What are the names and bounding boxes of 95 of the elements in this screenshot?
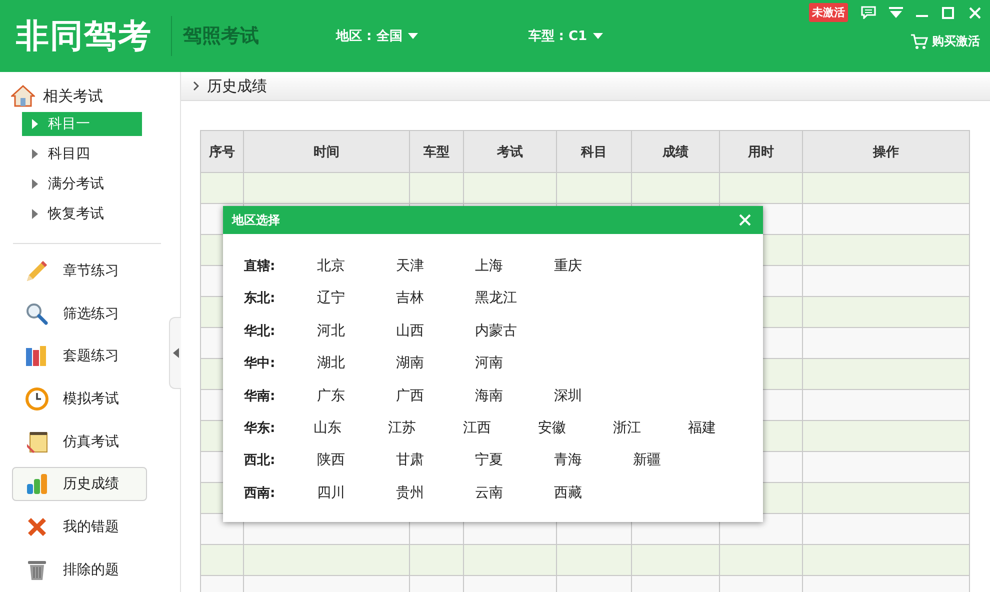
sidebar-subitem[interactable]: 恢复考试 — [22, 202, 142, 226]
close-icon — [739, 214, 751, 226]
close-button[interactable] — [968, 6, 982, 20]
caret-icon — [32, 119, 38, 129]
dropdown-icon — [889, 6, 903, 18]
region-link[interactable]: 上海 — [475, 257, 554, 275]
column-header: 操作 — [803, 131, 970, 173]
region-link[interactable]: 河北 — [317, 322, 396, 340]
breadcrumb-text: 历史成绩 — [207, 76, 267, 96]
maximize-button[interactable] — [941, 6, 955, 20]
region-link[interactable]: 云南 — [475, 484, 554, 502]
region-group-label: 华中: — [244, 355, 276, 372]
region-link[interactable]: 北京 — [317, 257, 396, 275]
column-header: 时间 — [244, 131, 410, 173]
sidebar-item[interactable]: 模拟考试 — [12, 382, 147, 416]
chevron-icon — [193, 81, 199, 91]
caret-icon — [408, 33, 418, 39]
caret-icon — [593, 33, 604, 39]
search-icon — [25, 302, 49, 326]
sidebar-item[interactable]: 我的错题 — [12, 510, 147, 544]
close-icon — [968, 6, 982, 20]
group-label: 相关考试 — [43, 86, 103, 106]
bar-chart-icon — [25, 472, 49, 496]
status-badge: 未激活 — [809, 3, 848, 22]
region-link[interactable]: 海南 — [475, 386, 554, 405]
sidebar-subitem[interactable]: 满分考试 — [22, 172, 142, 196]
region-link[interactable]: 江苏 — [388, 418, 464, 437]
caret-icon — [32, 179, 38, 189]
region-link[interactable]: 河南 — [475, 354, 554, 372]
maximize-icon — [941, 6, 955, 20]
sidebar-item[interactable]: 章节练习 — [12, 254, 147, 288]
column-header: 用时 — [720, 131, 803, 173]
region-link[interactable]: 四川 — [317, 484, 396, 502]
region-link[interactable]: 广东 — [317, 386, 396, 405]
region-group-label: 西南: — [244, 484, 276, 502]
region-group-label: 直辖: — [244, 258, 276, 275]
region-link[interactable]: 陕西 — [317, 451, 396, 470]
region-link[interactable]: 内蒙古 — [475, 322, 554, 340]
sidebar-item[interactable]: 历史成绩 — [12, 467, 147, 502]
region-link[interactable]: 深圳 — [554, 386, 633, 405]
region-link[interactable]: 宁夏 — [475, 451, 554, 470]
region-link[interactable]: 天津 — [396, 257, 475, 275]
region-group-label: 华南: — [244, 388, 276, 405]
column-header: 科目 — [557, 131, 632, 173]
table-cell — [410, 173, 464, 204]
table-cell — [410, 545, 464, 576]
region-group-label: 东北: — [244, 290, 276, 308]
collapse-button[interactable] — [169, 317, 181, 389]
region-link[interactable]: 江西 — [463, 418, 538, 437]
sidebar-item[interactable]: 套题练习 — [12, 339, 147, 374]
clock-icon — [25, 387, 49, 412]
region-link[interactable]: 湖北 — [317, 354, 396, 372]
region-link[interactable]: 福建 — [688, 418, 763, 437]
sidebar-subitem[interactable]: 科目四 — [22, 142, 142, 166]
region-link[interactable]: 新疆 — [633, 451, 712, 470]
region-link[interactable]: 黑龙江 — [475, 289, 554, 308]
region-link[interactable]: 吉林 — [396, 289, 475, 308]
books-icon — [25, 344, 49, 368]
region-link[interactable]: 广西 — [396, 386, 475, 405]
sidebar-item[interactable]: 筛选练习 — [12, 296, 147, 331]
region-link[interactable]: 重庆 — [554, 257, 633, 275]
column-header: 考试 — [464, 131, 557, 173]
region-link[interactable]: 浙江 — [613, 418, 688, 437]
column-header: 车型 — [410, 131, 464, 173]
caret-icon — [32, 209, 38, 219]
region-group-label: 西北: — [244, 452, 276, 470]
message-button[interactable] — [861, 6, 876, 19]
notepad-icon — [25, 430, 49, 454]
close-button[interactable] — [739, 214, 751, 226]
region-link[interactable]: 湖南 — [396, 354, 475, 372]
menu-button[interactable] — [889, 6, 903, 18]
region-link[interactable]: 安徽 — [538, 418, 614, 437]
pencil-icon — [25, 259, 49, 283]
sidebar-item[interactable]: 排除的题 — [12, 552, 147, 587]
app-subtitle: 驾照考试 — [183, 24, 259, 49]
column-header: 序号 — [201, 131, 244, 173]
minimize-icon — [916, 14, 928, 16]
sidebar-item[interactable]: 仿真考试 — [12, 424, 147, 459]
region-link[interactable]: 山西 — [396, 322, 475, 340]
cart-icon — [910, 34, 928, 50]
region-group-label: 华东: — [244, 420, 276, 437]
region-link[interactable]: 贵州 — [396, 484, 475, 502]
caret-icon — [172, 348, 178, 358]
app-logo: 非同驾考 — [16, 14, 152, 56]
region-link[interactable]: 山东 — [313, 418, 388, 437]
region-link[interactable]: 西藏 — [554, 484, 633, 502]
region-group-label: 华北: — [244, 322, 276, 340]
region-link[interactable]: 青海 — [554, 451, 633, 470]
column-header: 成绩 — [632, 131, 720, 173]
home-icon — [11, 85, 35, 107]
region-link[interactable]: 甘肃 — [396, 451, 475, 470]
dialog-title: 地区选择 — [232, 212, 280, 228]
message-icon — [861, 6, 876, 19]
caret-icon — [32, 149, 38, 159]
region-link[interactable]: 辽宁 — [317, 289, 396, 308]
